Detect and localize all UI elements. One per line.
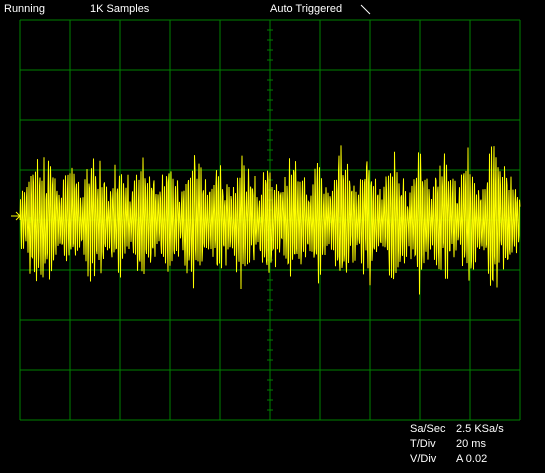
run-state-label[interactable]: Running — [4, 3, 45, 15]
trigger-mode-label[interactable]: Auto Triggered — [270, 3, 342, 15]
sample-rate-readout: Sa/Sec 2.5 KSa/s — [410, 423, 504, 435]
scope-display — [11, 19, 521, 421]
readout-value: 2.5 KSa/s — [456, 423, 504, 435]
readout-value: A 0.02 — [456, 453, 488, 465]
readout-label: T/Div — [410, 438, 436, 450]
readout-value: 20 ms — [456, 438, 486, 450]
readout-label: V/Div — [410, 453, 437, 465]
sample-count-label[interactable]: 1K Samples — [90, 3, 149, 15]
volts-per-div-readout: V/Div A 0.02 — [410, 453, 487, 465]
trigger-level-arrow-icon — [11, 211, 21, 221]
readout-label: Sa/Sec — [410, 423, 446, 435]
falling-slope-icon[interactable] — [360, 4, 372, 15]
time-per-div-readout: T/Div 20 ms — [410, 438, 486, 450]
